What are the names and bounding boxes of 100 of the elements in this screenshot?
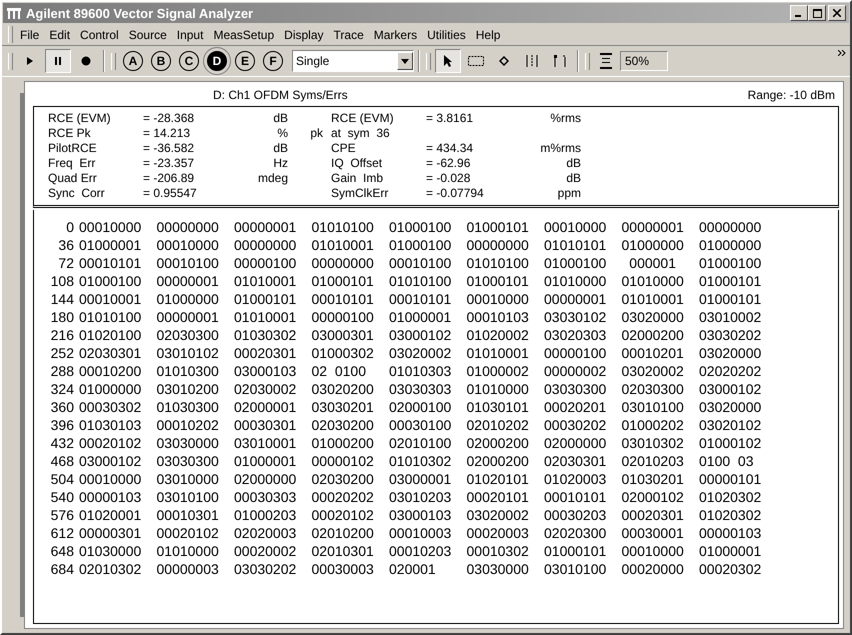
table-cell-text: 03010102 — [156, 344, 220, 362]
table-cell-text: 00000000 — [234, 236, 298, 254]
table-cell-text: 01010000 — [622, 272, 685, 290]
table-cell-text: 03020200 — [312, 380, 375, 398]
table-cell-text: 03010302 — [622, 434, 685, 452]
menu-item[interactable]: Source — [124, 26, 172, 44]
caret-icon — [401, 58, 409, 64]
menu-item[interactable]: MeasSetup — [208, 26, 280, 44]
table-cell-text: 03010100 — [622, 398, 685, 416]
table-cell-text: 00020301 — [622, 506, 685, 524]
table-cell-text: 00000001 — [622, 218, 685, 236]
metric-value: = 434.34 — [426, 141, 474, 155]
menu-item[interactable]: Utilities — [422, 26, 471, 44]
metric-label: SymClkErr — [331, 186, 390, 201]
play-icon — [26, 56, 34, 66]
pointer-icon — [443, 54, 453, 68]
table-cell-text: 00030303 — [234, 488, 298, 506]
metric-value: = 3.8161 — [426, 111, 474, 125]
table-cell-text: 01000000 — [79, 380, 142, 398]
menu-item[interactable]: Help — [470, 26, 506, 44]
table-cell-text: 01020003 — [544, 470, 608, 488]
table-cell-text: 03020002 — [389, 344, 452, 362]
table-cell-text: 02020003 — [234, 524, 298, 542]
table-cell-text: 01010302 — [389, 452, 452, 470]
menu-item[interactable]: Input — [172, 26, 208, 44]
table-cell-text: 00000000 — [156, 218, 220, 236]
metric-value: = -62.96 — [426, 156, 470, 170]
table-cell-text: 01000000 — [156, 290, 220, 308]
table-cell-text: 03020000 — [699, 398, 762, 416]
close-button[interactable] — [828, 5, 846, 21]
table-cell-text: 00010000 — [79, 470, 142, 488]
metric-label: Quad Err — [48, 171, 98, 186]
metric-unit: dB — [273, 111, 288, 125]
table-cell-text: 02000200 — [466, 452, 530, 470]
menu-item[interactable]: Trace — [328, 26, 369, 44]
table-cell-text: 02030300 — [156, 326, 220, 344]
table-cell-text: 02030300 — [622, 380, 685, 398]
table-cell-text: 00010003 — [389, 524, 452, 542]
table-cell-text: 01010001 — [234, 272, 298, 290]
table-cell-text: 01000101 — [234, 290, 298, 308]
table-cell-text: 01010100 — [466, 254, 530, 272]
metric-label: RCE Pk — [48, 126, 92, 141]
chevron-icon[interactable] — [838, 50, 846, 56]
metric-label: Gain Imb — [331, 171, 384, 186]
table-cell-text: 00000003 — [156, 560, 220, 578]
table-cell-text: 03030000 — [466, 560, 530, 578]
table-cell-text: 01000001 — [79, 236, 142, 254]
table-cell-text: 00020101 — [466, 488, 530, 506]
trace-button[interactable]: B — [151, 51, 171, 71]
table-cell-text: 00000100 — [234, 254, 298, 272]
menu-item[interactable]: Markers — [368, 26, 422, 44]
pause-button[interactable] — [45, 49, 71, 73]
table-cell-text: 02030301 — [544, 452, 608, 470]
symbol-index: 648 — [50, 542, 74, 560]
maximize-button[interactable] — [808, 5, 826, 21]
table-cell-text: 01000101 — [699, 272, 762, 290]
table-cell-text: 01000203 — [234, 506, 298, 524]
table-cell-text: 00020102 — [312, 506, 375, 524]
trace-button[interactable]: F — [263, 51, 283, 71]
table-cell-text: 01000100 — [544, 254, 608, 272]
menu-item[interactable]: Display — [279, 26, 329, 44]
table-cell-text: 03030202 — [234, 560, 298, 578]
table-cell-text: 02000000 — [544, 434, 608, 452]
table-cell-text: 00020003 — [466, 524, 530, 542]
table-cell-text: 00000100 — [312, 308, 375, 326]
minimize-button[interactable] — [790, 5, 808, 21]
metric-value: = -28.368 — [143, 111, 194, 125]
trace-button[interactable]: C — [179, 51, 199, 71]
menu-item[interactable]: File — [15, 26, 44, 44]
table-cell-text: 03000301 — [312, 326, 375, 344]
table-cell-text: 02000000 — [234, 470, 298, 488]
metric-value: = -0.028 — [426, 171, 470, 185]
table-cell-text: 01000100 — [699, 254, 762, 272]
trace-button[interactable]: A — [123, 51, 143, 71]
menu-item[interactable]: Edit — [44, 26, 76, 44]
mode-dropdown[interactable]: Single — [292, 50, 414, 72]
menu-item[interactable]: Control — [75, 26, 124, 44]
metric-unit: dB — [566, 156, 581, 170]
table-cell-text: 03020002 — [622, 362, 685, 380]
scale-field[interactable]: 50% — [620, 51, 668, 71]
metric-unit: Hz — [273, 156, 288, 170]
metric-label: Freq Err — [48, 156, 96, 171]
table-cell-text: 00010000 — [544, 218, 608, 236]
pause-icon — [54, 56, 62, 66]
table-cell-text: 02 0100 — [312, 362, 367, 380]
table-cell-text: 03000001 — [389, 470, 452, 488]
table-cell-text: 01010000 — [156, 542, 220, 560]
table-cell-text: 00010101 — [389, 290, 452, 308]
table-cell-text: 01010001 — [312, 236, 375, 254]
table-cell-text: 01020100 — [79, 326, 142, 344]
metric-label: PilotRCE — [48, 141, 98, 156]
table-cell-text: 00020302 — [699, 560, 762, 578]
table-cell-text: 00030001 — [622, 524, 685, 542]
pointer-button[interactable] — [435, 49, 461, 73]
symbol-index: 504 — [50, 470, 74, 488]
table-cell-text: 01020101 — [466, 470, 530, 488]
table-cell-text: 01010101 — [544, 236, 608, 254]
table-cell-text: 02000200 — [622, 326, 685, 344]
trace-button[interactable]: E — [235, 51, 255, 71]
table-cell-text: 03010002 — [699, 308, 762, 326]
